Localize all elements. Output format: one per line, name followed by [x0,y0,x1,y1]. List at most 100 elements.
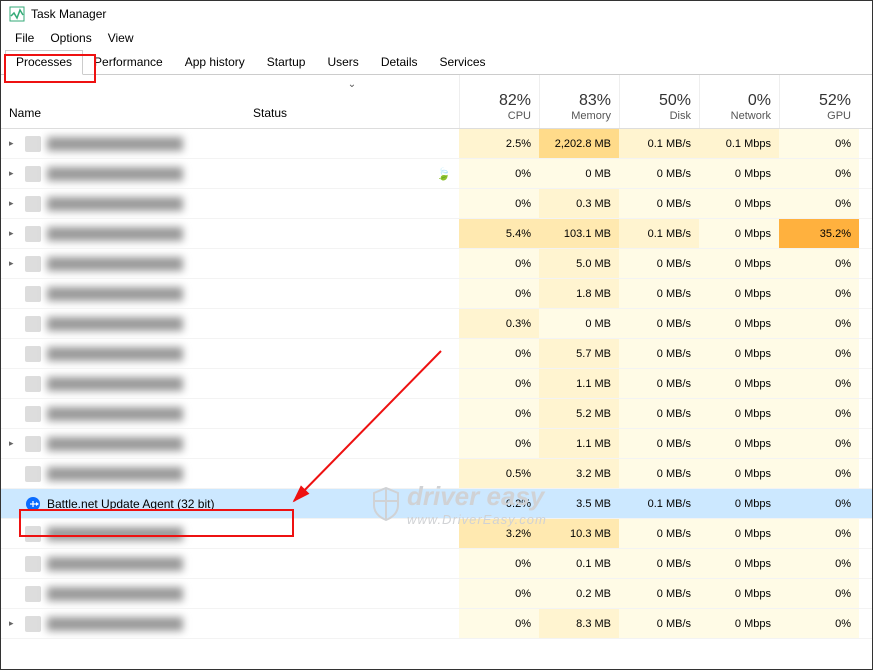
network-cell: 0 Mbps [699,459,779,488]
process-name: ████████████████ [47,407,183,421]
process-icon [25,586,41,602]
process-row[interactable]: ▸████████████████0%0.3 MB0 MB/s0 Mbps0% [1,189,872,219]
process-name: ████████████████ [47,617,183,631]
process-name-cell: ████████████████ [1,399,245,428]
cpu-cell: 0% [459,399,539,428]
process-row[interactable]: Battle.net Update Agent (32 bit)0.2%3.5 … [1,489,872,519]
window-title: Task Manager [31,7,106,21]
process-row[interactable]: ▸████████████████0%5.0 MB0 MB/s0 Mbps0% [1,249,872,279]
process-icon [25,556,41,572]
process-row[interactable]: ▸████████████████0%1.1 MB0 MB/s0 Mbps0% [1,429,872,459]
network-cell: 0 Mbps [699,279,779,308]
process-row[interactable]: ▸████████████████5.4%103.1 MB0.1 MB/s0 M… [1,219,872,249]
col-header-status[interactable]: ⌄ Status [245,75,459,128]
process-icon [25,376,41,392]
process-list[interactable]: ▸████████████████2.5%2,202.8 MB0.1 MB/s0… [1,129,872,639]
col-header-network[interactable]: 0%Network [699,75,779,128]
expand-icon[interactable]: ▸ [9,168,19,179]
gpu-cell: 0% [779,339,859,368]
cpu-cell: 0% [459,189,539,218]
process-row[interactable]: ████████████████0%0.1 MB0 MB/s0 Mbps0% [1,549,872,579]
process-row[interactable]: ████████████████3.2%10.3 MB0 MB/s0 Mbps0… [1,519,872,549]
col-header-name[interactable]: Name [1,75,245,128]
disk-cell: 0 MB/s [619,429,699,458]
network-cell: 0 Mbps [699,219,779,248]
menu-view[interactable]: View [100,29,142,47]
status-cell [245,459,459,488]
expand-icon[interactable]: ▸ [9,138,19,149]
status-cell [245,549,459,578]
expand-icon[interactable]: ▸ [9,438,19,449]
col-header-cpu[interactable]: 82%CPU [459,75,539,128]
network-cell: 0 Mbps [699,399,779,428]
disk-cell: 0 MB/s [619,249,699,278]
process-name: ████████████████ [47,467,183,481]
process-name: ████████████████ [47,377,183,391]
process-name: ████████████████ [47,137,183,151]
tab-services[interactable]: Services [429,50,497,75]
process-name: ████████████████ [47,437,183,451]
process-row[interactable]: ▸████████████████2.5%2,202.8 MB0.1 MB/s0… [1,129,872,159]
menu-file[interactable]: File [7,29,42,47]
network-cell: 0 Mbps [699,369,779,398]
col-header-memory[interactable]: 83%Memory [539,75,619,128]
process-row[interactable]: ████████████████0%0.2 MB0 MB/s0 Mbps0% [1,579,872,609]
process-row[interactable]: ████████████████0%5.7 MB0 MB/s0 Mbps0% [1,339,872,369]
menu-options[interactable]: Options [42,29,99,47]
tabbar: Processes Performance App history Startu… [1,49,872,75]
process-icon [25,196,41,212]
tab-app-history[interactable]: App history [174,50,256,75]
sort-indicator-icon: ⌄ [348,79,356,90]
process-name: ████████████████ [47,227,183,241]
cpu-cell: 0.2% [459,489,539,518]
expand-icon[interactable]: ▸ [9,258,19,269]
menubar: File Options View [1,27,872,49]
expand-icon[interactable]: ▸ [9,618,19,629]
memory-cell: 1.8 MB [539,279,619,308]
status-cell [245,219,459,248]
expand-icon[interactable]: ▸ [9,198,19,209]
process-name: Battle.net Update Agent (32 bit) [47,497,214,511]
network-cell: 0 Mbps [699,489,779,518]
cpu-cell: 3.2% [459,519,539,548]
process-row[interactable]: ████████████████0%5.2 MB0 MB/s0 Mbps0% [1,399,872,429]
process-row[interactable]: ████████████████0.3%0 MB0 MB/s0 Mbps0% [1,309,872,339]
gpu-cell: 0% [779,249,859,278]
status-cell [245,249,459,278]
network-cell: 0 Mbps [699,339,779,368]
gpu-cell: 0% [779,309,859,338]
memory-cell: 10.3 MB [539,519,619,548]
disk-cell: 0 MB/s [619,609,699,638]
process-icon [25,256,41,272]
memory-cell: 0.1 MB [539,549,619,578]
col-header-gpu[interactable]: 52%GPU [779,75,859,128]
process-name-cell: ████████████████ [1,339,245,368]
gpu-cell: 0% [779,189,859,218]
tab-processes[interactable]: Processes [5,50,83,75]
tab-startup[interactable]: Startup [256,50,317,75]
disk-cell: 0 MB/s [619,369,699,398]
tab-users[interactable]: Users [316,50,369,75]
cpu-cell: 0% [459,609,539,638]
status-cell [245,579,459,608]
expand-icon[interactable]: ▸ [9,228,19,239]
status-cell: 🍃 [245,159,459,188]
memory-cell: 0.2 MB [539,579,619,608]
process-row[interactable]: ▸████████████████🍃0%0 MB0 MB/s0 Mbps0% [1,159,872,189]
process-icon [25,286,41,302]
process-name-cell: ████████████████ [1,459,245,488]
process-row[interactable]: ████████████████0%1.8 MB0 MB/s0 Mbps0% [1,279,872,309]
process-row[interactable]: ▸████████████████0%8.3 MB0 MB/s0 Mbps0% [1,609,872,639]
col-header-disk[interactable]: 50%Disk [619,75,699,128]
tab-performance[interactable]: Performance [83,50,174,75]
tab-details[interactable]: Details [370,50,429,75]
status-cell [245,369,459,398]
process-row[interactable]: ████████████████0%1.1 MB0 MB/s0 Mbps0% [1,369,872,399]
gpu-cell: 35.2% [779,219,859,248]
process-row[interactable]: ████████████████0.5%3.2 MB0 MB/s0 Mbps0% [1,459,872,489]
network-cell: 0 Mbps [699,159,779,188]
gpu-cell: 0% [779,459,859,488]
disk-cell: 0 MB/s [619,159,699,188]
cpu-cell: 2.5% [459,129,539,158]
gpu-cell: 0% [779,159,859,188]
